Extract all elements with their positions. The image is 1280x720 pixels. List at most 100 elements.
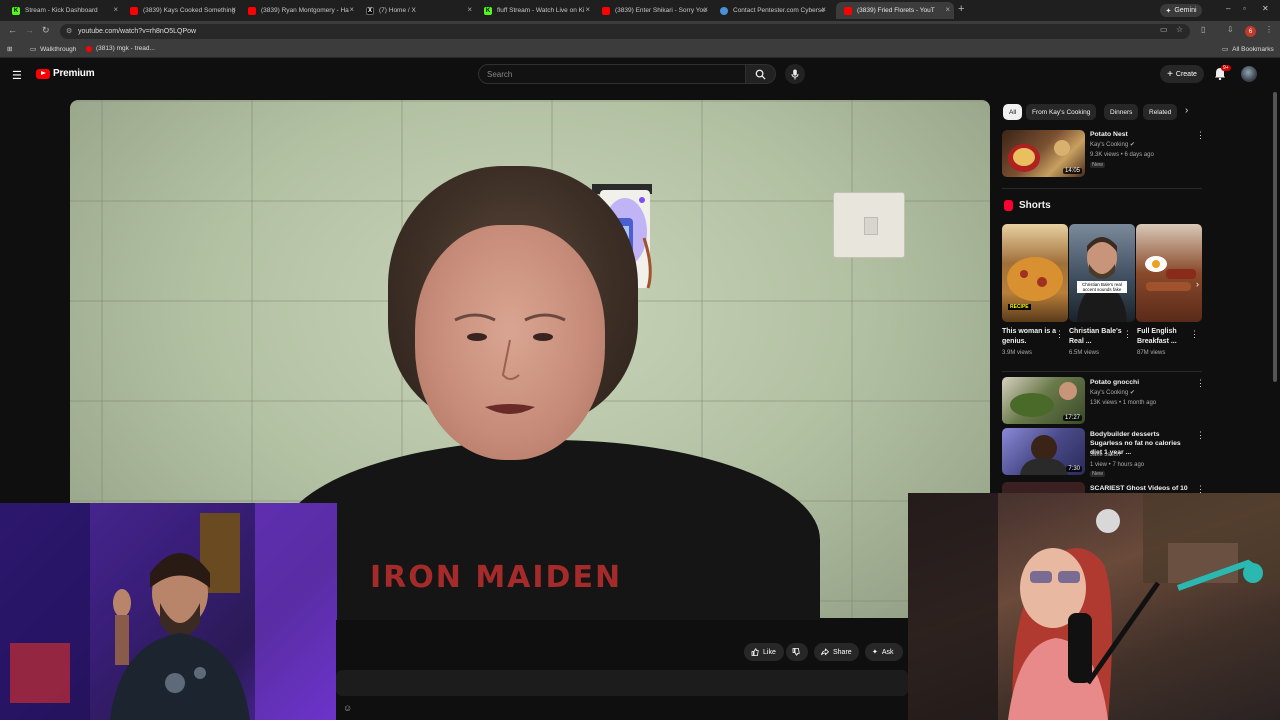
more-options-icon[interactable]: ⋮ (1190, 329, 1199, 340)
gemini-button[interactable]: ✦ Gemini (1160, 4, 1202, 17)
bookmark-walkthrough[interactable]: ▭ Walkthrough (30, 45, 76, 54)
sidebar-icon[interactable]: ▯ (1201, 25, 1205, 34)
browser-tab[interactable]: (3839) Kays Cooked Something × (122, 2, 240, 19)
share-button[interactable]: Share (814, 643, 859, 661)
reload-icon[interactable]: ↻ (42, 25, 50, 36)
channel-name[interactable]: Jake Jason (1090, 450, 1120, 460)
kick-icon: K (484, 6, 492, 15)
forward-icon[interactable]: → (25, 25, 34, 35)
new-tab-button[interactable]: + (958, 3, 964, 15)
close-icon[interactable]: × (945, 5, 950, 14)
close-icon[interactable]: × (349, 5, 354, 14)
shorts-icon (1004, 200, 1013, 211)
browser-tab[interactable]: (3839) Enter Shikari - Sorry You × (594, 2, 712, 19)
video-thumbnail[interactable]: 7:30 (1002, 428, 1085, 475)
browser-tab[interactable]: X (7) Home / X × (358, 2, 476, 19)
tab-title: Contact Pentester.com Cyberse (733, 7, 825, 14)
chip-all[interactable]: All (1003, 104, 1023, 120)
new-badge: New (1090, 471, 1106, 477)
url-text: youtube.com/watch?v=rh8nO5LQPow (78, 28, 197, 35)
chevron-right-icon[interactable]: › (1185, 105, 1188, 116)
browser-tab-strip: K Stream - Kick Dashboard × (3839) Kays … (0, 0, 1280, 21)
maximize-icon[interactable]: ▫ (1243, 4, 1246, 13)
bookmark-star-icon[interactable]: ☆ (1176, 25, 1183, 34)
bookmark-mgk[interactable]: (3813) mgk - tread... (86, 45, 155, 52)
short-views: 3.9M views (1002, 350, 1033, 356)
close-icon[interactable]: × (821, 5, 826, 14)
chip-related[interactable]: Related (1143, 104, 1177, 120)
close-icon[interactable]: × (703, 5, 708, 14)
duration-badge: 14:05 (1062, 168, 1082, 174)
address-bar[interactable]: ⚙ youtube.com/watch?v=rh8nO5LQPow (60, 24, 1190, 39)
video-description-box[interactable] (336, 670, 908, 696)
more-options-icon[interactable]: ⋮ (1196, 378, 1205, 389)
tab-title: (3839) Fried Florets - YouT (857, 7, 935, 14)
verified-icon: ✔ (1129, 142, 1135, 148)
chevron-right-icon[interactable]: › (1196, 279, 1199, 289)
gemini-label: Gemini (1174, 7, 1197, 14)
back-icon[interactable]: ← (8, 25, 17, 35)
youtube-logo[interactable]: Premium (36, 68, 95, 79)
cast-icon[interactable]: ▭ (1160, 25, 1168, 34)
notification-count-badge: 9+ (1221, 65, 1231, 71)
more-options-icon[interactable]: ⋮ (1123, 329, 1132, 340)
window-close-icon[interactable]: ✕ (1262, 4, 1269, 13)
close-icon[interactable]: × (585, 5, 590, 14)
ask-button[interactable]: ✦ Ask (865, 643, 903, 661)
search-input[interactable]: Search (478, 64, 746, 84)
video-title[interactable]: Potato Nest (1090, 130, 1205, 139)
profile-avatar[interactable]: 6 (1245, 26, 1256, 37)
minimize-icon[interactable]: – (1226, 4, 1230, 13)
browser-tab-active[interactable]: (3839) Fried Florets - YouT × (836, 2, 954, 19)
close-icon[interactable]: × (231, 5, 236, 14)
video-thumbnail[interactable]: 17:27 (1002, 377, 1085, 424)
page-scrollbar[interactable] (1273, 92, 1277, 382)
more-menu-icon[interactable]: ⋮ (1265, 25, 1273, 34)
site-info-icon[interactable]: ⚙ (66, 27, 72, 35)
menu-icon[interactable]: ☰ (12, 69, 22, 82)
browser-tab[interactable]: K fluff Stream - Watch Live on Ki × (476, 2, 594, 19)
like-button[interactable]: Like (744, 643, 784, 661)
video-thumbnail[interactable]: 14:05 (1002, 130, 1085, 177)
account-avatar[interactable] (1241, 66, 1257, 82)
chip-dinners[interactable]: Dinners (1104, 104, 1139, 120)
short-title[interactable]: Christian Bale's Real ... (1069, 327, 1125, 347)
dislike-button[interactable] (786, 643, 808, 661)
channel-name[interactable]: Kay's Cooking ✔ (1090, 388, 1135, 398)
browser-tab[interactable]: (3839) Ryan Montgomery - Ha × (240, 2, 358, 19)
search-icon (755, 69, 766, 80)
youtube-icon (86, 45, 92, 52)
video-scene-person-face (415, 225, 605, 460)
chip-from-kays-cooking[interactable]: From Kay's Cooking (1026, 104, 1097, 120)
short-title[interactable]: Full English Breakfast ... (1137, 327, 1193, 347)
short-thumbnail[interactable] (1136, 224, 1202, 322)
video-thumbnail[interactable] (1002, 482, 1085, 493)
share-label: Share (833, 648, 852, 656)
short-thumbnail[interactable]: Christian Bale's real accent sounds fake (1069, 224, 1135, 322)
globe-icon (720, 6, 728, 15)
more-options-icon[interactable]: ⋮ (1196, 430, 1205, 441)
channel-name[interactable]: Kay's Cooking ✔ (1090, 140, 1135, 150)
downloads-icon[interactable]: ⇩ (1227, 25, 1234, 34)
more-options-icon[interactable]: ⋮ (1196, 130, 1205, 141)
youtube-play-icon (36, 68, 50, 79)
more-options-icon[interactable]: ⋮ (1055, 329, 1064, 340)
all-bookmarks[interactable]: ▭ All Bookmarks (1222, 45, 1274, 54)
folder-icon: ▭ (30, 46, 37, 53)
close-icon[interactable]: × (113, 5, 118, 14)
shorts-label: Shorts (1019, 200, 1051, 211)
thumbs-down-icon (792, 648, 800, 656)
browser-tab[interactable]: Contact Pentester.com Cyberse × (712, 2, 830, 19)
browser-tab[interactable]: K Stream - Kick Dashboard × (4, 2, 122, 19)
bookmarks-bar (0, 42, 1280, 58)
apps-icon[interactable]: ⊞ (7, 45, 12, 53)
emoji-icon[interactable]: ☺ (343, 703, 352, 713)
search-button[interactable] (746, 64, 776, 84)
video-title[interactable]: SCARIEST Ghost Videos of 10 (1090, 484, 1205, 493)
short-title[interactable]: This woman is a genius. (1002, 327, 1058, 347)
voice-search-button[interactable] (785, 64, 805, 84)
short-thumbnail[interactable]: RECIPE (1002, 224, 1068, 322)
close-icon[interactable]: × (467, 5, 472, 14)
video-title[interactable]: Potato gnocchi (1090, 378, 1205, 387)
create-button[interactable]: + Create (1160, 65, 1204, 83)
